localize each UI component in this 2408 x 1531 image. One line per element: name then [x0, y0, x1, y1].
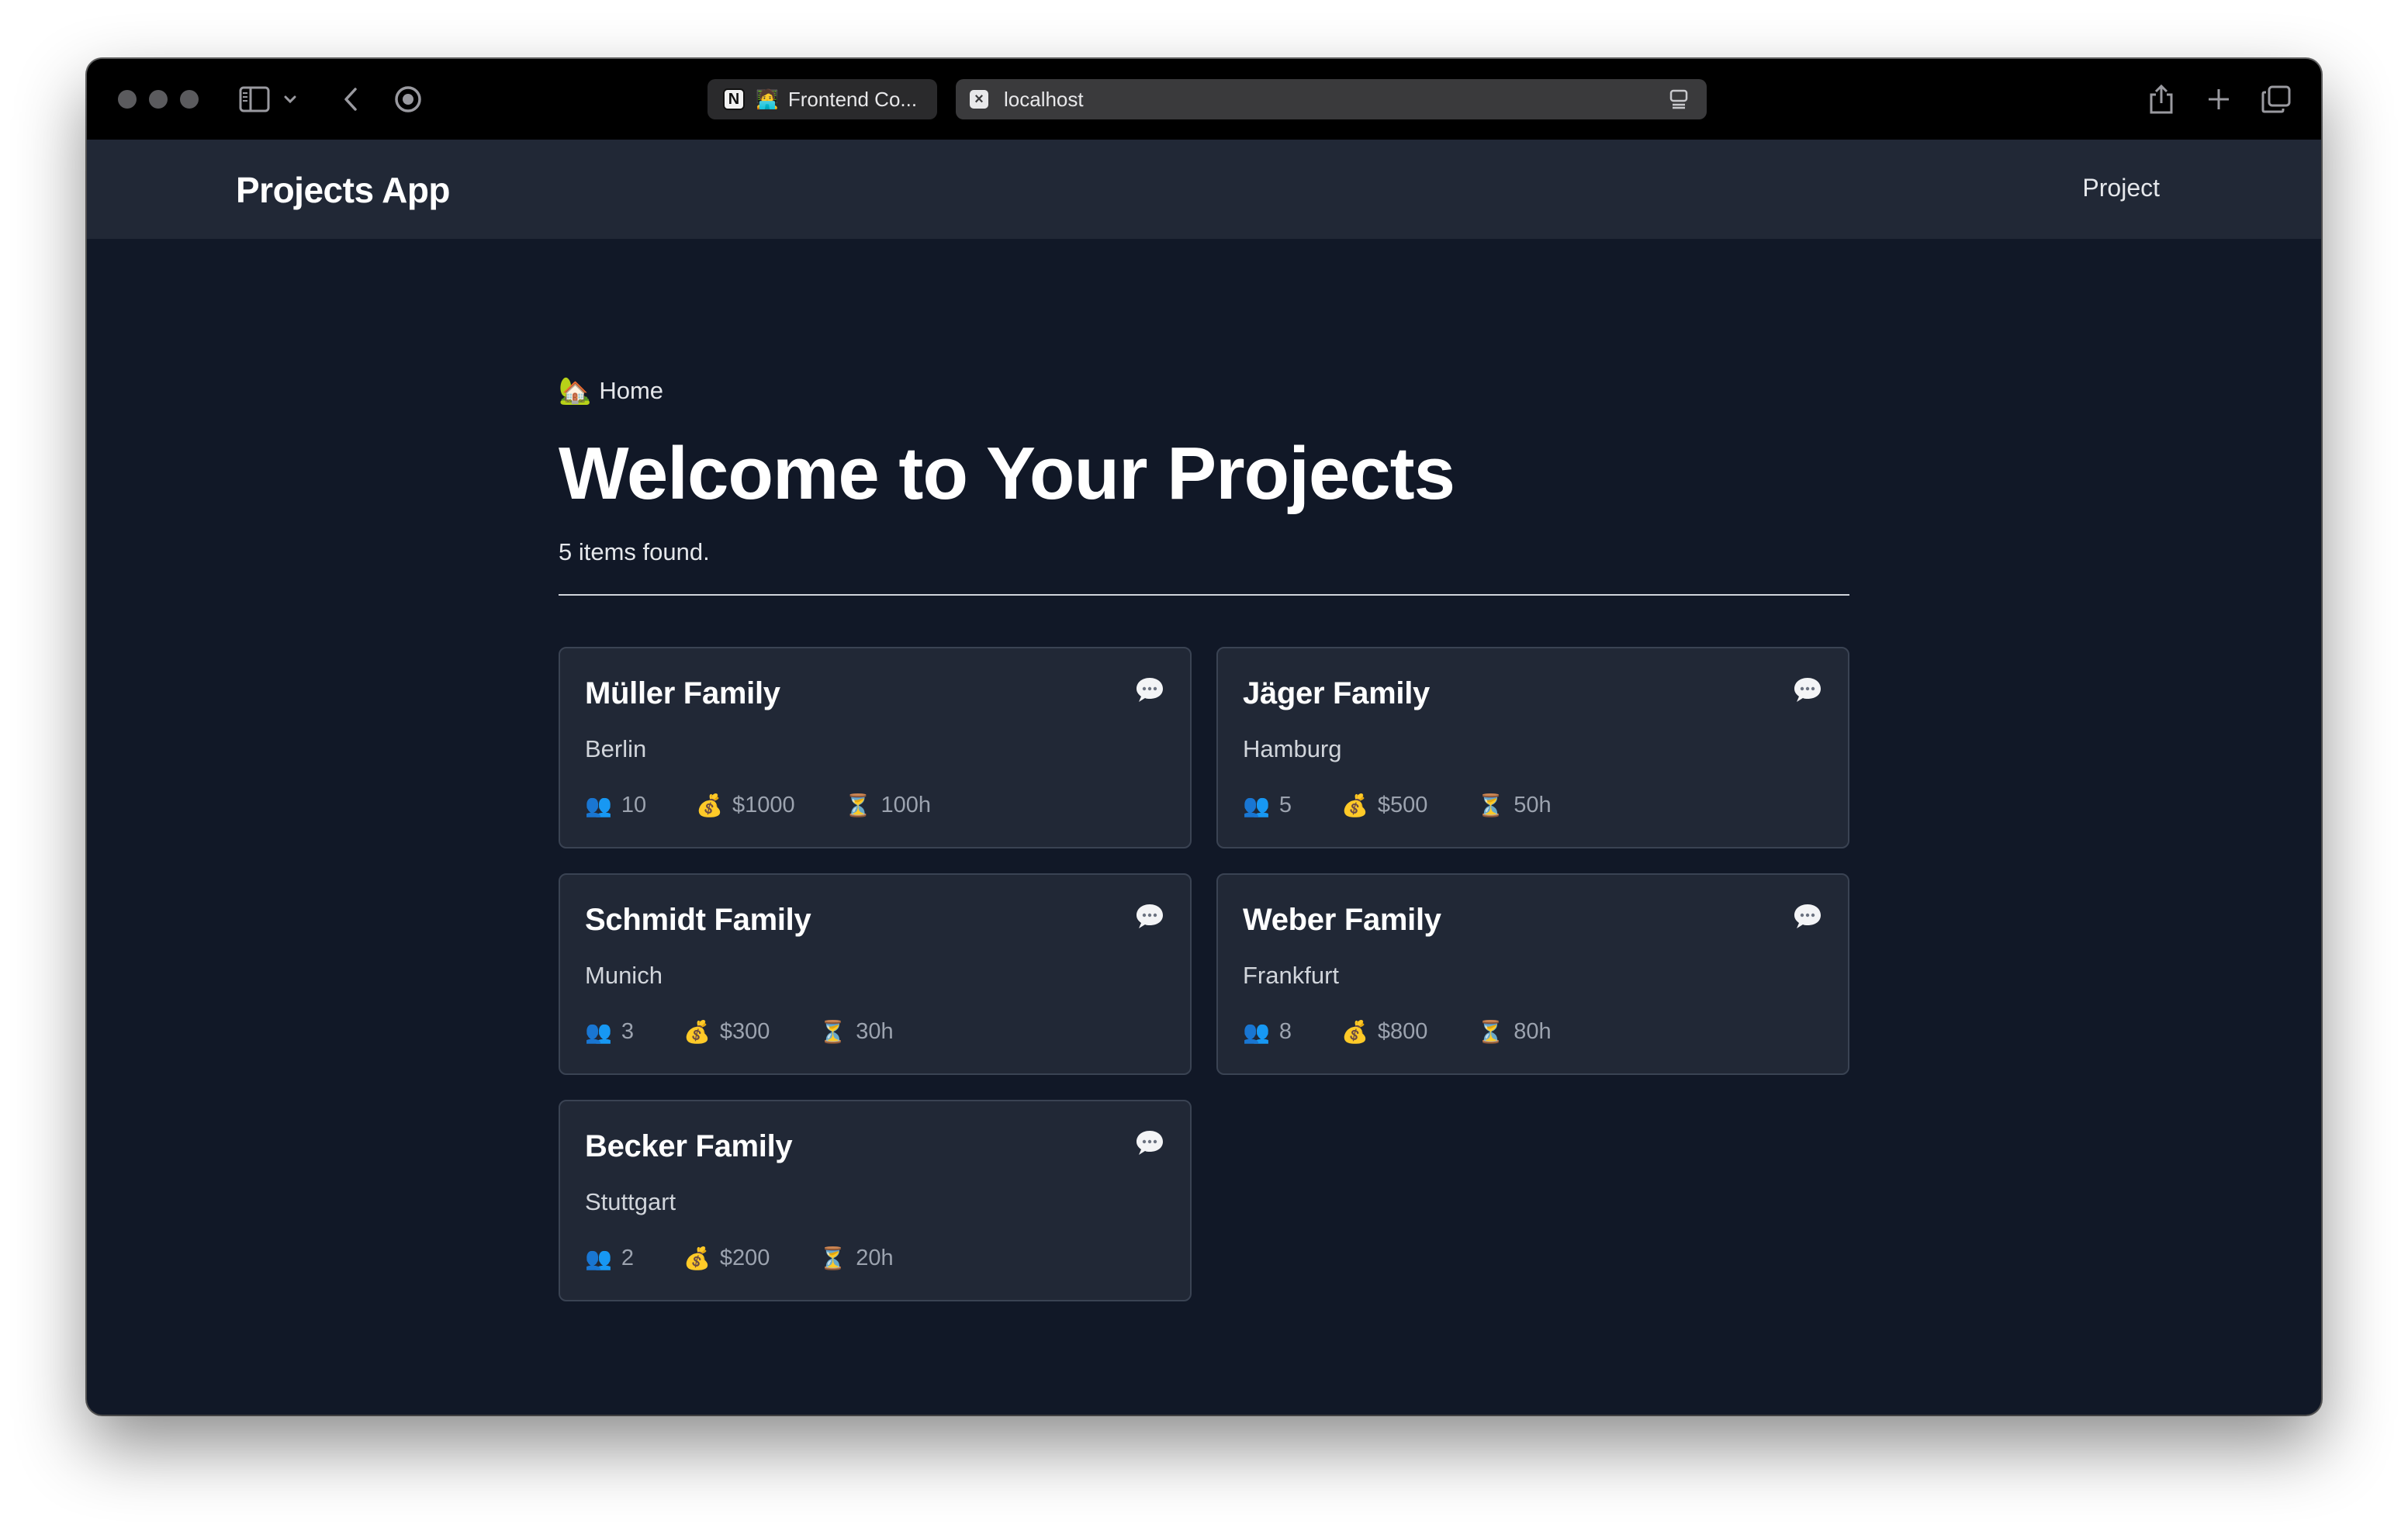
stat-hours: ⏳ 100h	[845, 793, 931, 818]
breadcrumb-home-label: Home	[599, 377, 664, 404]
stat-people: 👥 2	[585, 1246, 634, 1271]
page-title: Welcome to Your Projects	[559, 432, 1455, 515]
stat-value: $1000	[732, 793, 795, 817]
project-stats: 👥 10 💰 $1000 ⏳ 100h	[585, 793, 981, 818]
tab-frontend[interactable]: N 🧑‍💻 Frontend Co...	[708, 79, 937, 119]
stat-people: 👥 3	[585, 1019, 634, 1045]
divider	[559, 594, 1849, 596]
stat-value: 10	[621, 793, 647, 817]
zoom-window-button[interactable]	[180, 90, 199, 109]
people-icon: 👥	[585, 1246, 612, 1270]
stat-value: 20h	[856, 1246, 894, 1270]
stat-value: $200	[719, 1246, 770, 1270]
stat-people: 👥 5	[1243, 793, 1292, 818]
stat-value: 30h	[856, 1019, 894, 1044]
stat-budget: 💰 $800	[1341, 1019, 1427, 1045]
project-city: Frankfurt	[1243, 962, 1340, 989]
tab-overview-icon[interactable]	[2258, 81, 2295, 118]
project-stats: 👥 2 💰 $200 ⏳ 20h	[585, 1246, 943, 1271]
stat-value: $300	[719, 1019, 770, 1044]
project-name: Becker Family	[585, 1129, 793, 1163]
stat-budget: 💰 $200	[683, 1246, 770, 1271]
tab-label: Frontend Co...	[787, 87, 918, 111]
stat-people: 👥 10	[585, 793, 646, 818]
stat-value: 50h	[1514, 793, 1552, 817]
nav-link-project[interactable]: Project	[2082, 174, 2160, 202]
brand-logo[interactable]: Projects App	[236, 169, 451, 211]
money-bag-icon: 💰	[683, 1246, 711, 1270]
stat-people: 👥 8	[1243, 1019, 1292, 1045]
stat-budget: 💰 $500	[1341, 793, 1427, 818]
sidebar-toggle-icon[interactable]	[239, 84, 270, 115]
project-card[interactable]: Jäger Family Hamburg 👥 5 💰 $500 ⏳ 50h	[1216, 647, 1849, 848]
hourglass-icon: ⏳	[1477, 1020, 1505, 1044]
people-icon: 👥	[1243, 1020, 1270, 1044]
money-bag-icon: 💰	[696, 793, 724, 817]
project-name: Weber Family	[1243, 903, 1441, 937]
project-city: Berlin	[585, 735, 647, 762]
plus-icon[interactable]	[2200, 81, 2237, 118]
project-card[interactable]: Müller Family Berlin 👥 10 💰 $1000 ⏳ 100h	[559, 647, 1192, 848]
people-icon: 👥	[1243, 793, 1270, 817]
project-city: Stuttgart	[585, 1188, 676, 1215]
stat-budget: 💰 $1000	[696, 793, 795, 818]
privacy-shield-icon[interactable]	[391, 82, 425, 116]
project-name: Schmidt Family	[585, 903, 811, 937]
browser-window: N 🧑‍💻 Frontend Co... × localhost Project…	[87, 59, 2321, 1415]
stat-value: 2	[621, 1246, 635, 1270]
notion-icon: N	[723, 88, 745, 110]
tab-label: localhost	[1004, 87, 1084, 111]
project-stats: 👥 5 💰 $500 ⏳ 50h	[1243, 793, 1601, 818]
money-bag-icon: 💰	[1341, 1020, 1368, 1044]
tab-localhost[interactable]: × localhost	[956, 79, 1707, 119]
close-window-button[interactable]	[118, 90, 137, 109]
chat-bubble-icon[interactable]	[1792, 901, 1823, 932]
hourglass-icon: ⏳	[819, 1246, 847, 1270]
project-stats: 👥 3 💰 $300 ⏳ 30h	[585, 1019, 943, 1045]
stat-value: 8	[1278, 1019, 1292, 1044]
project-card[interactable]: Becker Family Stuttgart 👥 2 💰 $200 ⏳ 20h	[559, 1100, 1192, 1301]
stat-hours: ⏳ 50h	[1477, 793, 1551, 818]
breadcrumb[interactable]: 🏡 Home	[559, 375, 663, 406]
technologist-emoji-icon: 🧑‍💻	[756, 88, 779, 110]
items-count: 5 items found.	[559, 538, 710, 565]
stat-hours: ⏳ 30h	[819, 1019, 893, 1045]
hourglass-icon: ⏳	[1477, 793, 1505, 817]
chat-bubble-icon[interactable]	[1134, 1128, 1165, 1159]
close-icon[interactable]: ×	[970, 90, 988, 109]
stat-hours: ⏳ 80h	[1477, 1019, 1551, 1045]
stat-value: 3	[621, 1019, 635, 1044]
people-icon: 👥	[585, 793, 612, 817]
reader-mode-icon[interactable]	[1668, 88, 1690, 110]
hourglass-icon: ⏳	[819, 1020, 847, 1044]
app-navbar: Projects App Project	[87, 140, 2321, 239]
chat-bubble-icon[interactable]	[1792, 675, 1823, 706]
stat-value: $800	[1377, 1019, 1428, 1044]
house-icon: 🏡	[559, 376, 592, 406]
stat-value: 100h	[881, 793, 932, 817]
people-icon: 👥	[585, 1020, 612, 1044]
project-card[interactable]: Schmidt Family Munich 👥 3 💰 $300 ⏳ 30h	[559, 873, 1192, 1075]
project-name: Müller Family	[585, 676, 780, 710]
stat-value: $500	[1377, 793, 1428, 817]
chat-bubble-icon[interactable]	[1134, 675, 1165, 706]
share-icon[interactable]	[2143, 81, 2180, 118]
browser-toolbar: N 🧑‍💻 Frontend Co... × localhost	[87, 59, 2321, 140]
stat-hours: ⏳ 20h	[819, 1246, 893, 1271]
back-icon[interactable]	[334, 82, 368, 116]
project-stats: 👥 8 💰 $800 ⏳ 80h	[1243, 1019, 1601, 1045]
project-card[interactable]: Weber Family Frankfurt 👥 8 💰 $800 ⏳ 80h	[1216, 873, 1849, 1075]
money-bag-icon: 💰	[683, 1020, 711, 1044]
project-city: Munich	[585, 962, 663, 989]
chat-bubble-icon[interactable]	[1134, 901, 1165, 932]
stat-budget: 💰 $300	[683, 1019, 770, 1045]
project-city: Hamburg	[1243, 735, 1342, 762]
hourglass-icon: ⏳	[844, 793, 872, 817]
chevron-down-icon[interactable]	[279, 87, 301, 112]
stat-value: 5	[1278, 793, 1292, 817]
money-bag-icon: 💰	[1341, 793, 1368, 817]
project-name: Jäger Family	[1243, 676, 1430, 710]
minimize-window-button[interactable]	[149, 90, 168, 109]
stat-value: 80h	[1514, 1019, 1552, 1044]
